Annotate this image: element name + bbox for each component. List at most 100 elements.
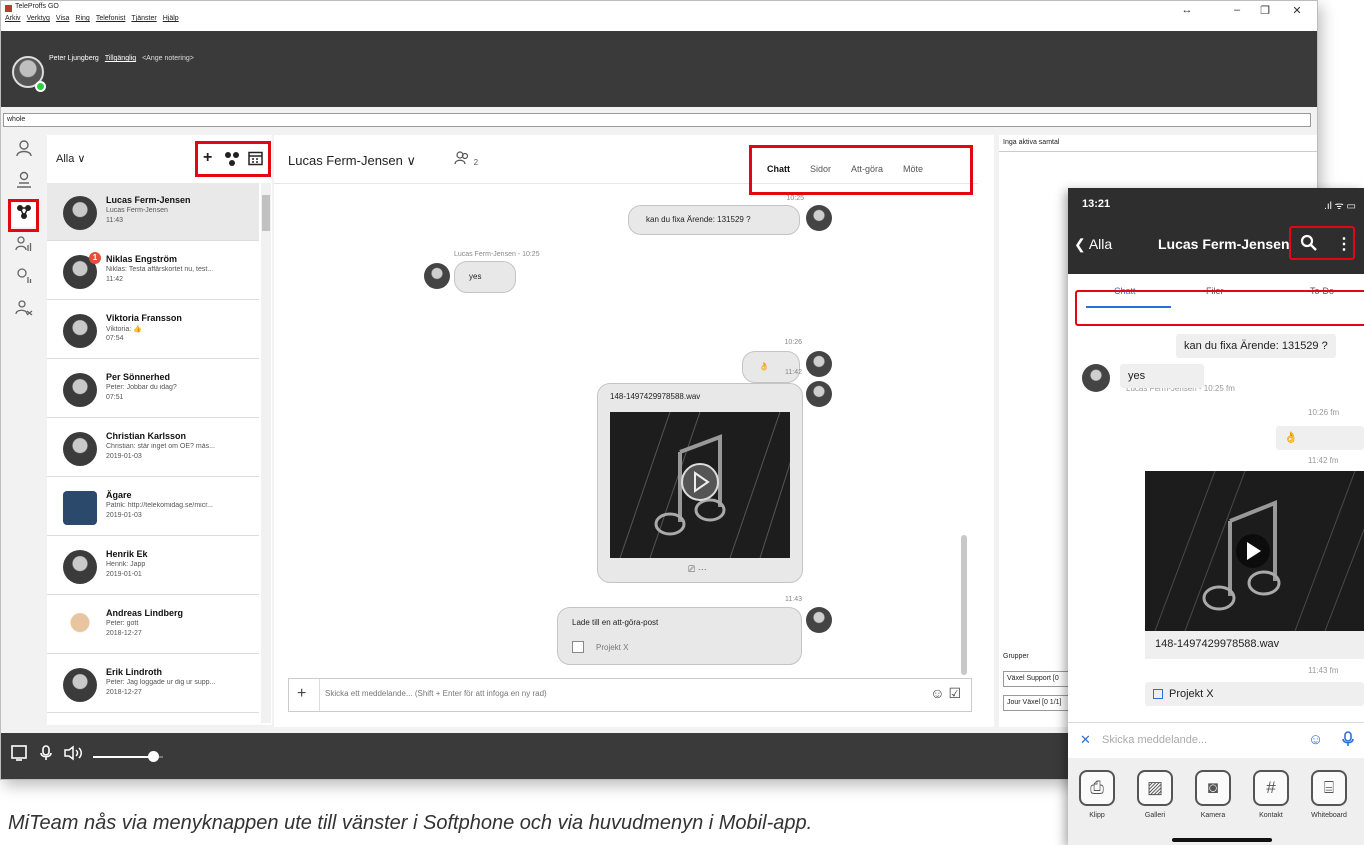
message-input[interactable]: Skicka meddelande...: [1102, 734, 1207, 746]
emoji-icon[interactable]: ☺: [1308, 731, 1323, 748]
list-item[interactable]: Christian Karlsson Christian: står inget…: [47, 419, 259, 477]
speaker-icon[interactable]: [63, 745, 85, 765]
chat-scrollbar[interactable]: [961, 535, 967, 675]
contact-time: 07:51: [106, 394, 124, 401]
user-note-field[interactable]: <Ange notering>: [142, 55, 194, 62]
close-icon[interactable]: ✕: [1080, 732, 1091, 748]
contact-time: 07:54: [106, 335, 124, 342]
media-message[interactable]: 148-1497429978588.wav ⎚ ···: [597, 383, 803, 583]
filter-label: Alla: [56, 153, 75, 165]
avatar: [63, 373, 97, 407]
message-time: 11:42: [785, 369, 802, 376]
menu-telefonist[interactable]: Telefonist: [96, 15, 126, 22]
minimize-button[interactable]: –: [1227, 4, 1247, 16]
person-icon[interactable]: [12, 139, 36, 163]
mic-icon[interactable]: [1342, 731, 1354, 751]
user-status-link[interactable]: Tillgänglig: [105, 55, 136, 62]
group-button[interactable]: Växel Support [0: [1003, 671, 1073, 687]
media-thumbnail[interactable]: [610, 412, 790, 558]
resize-icon[interactable]: ↔: [1177, 4, 1197, 16]
galleri-button[interactable]: ▨ Galleri: [1130, 770, 1180, 819]
list-item[interactable]: Andreas Lindberg Peter: gott 2018-12-27: [47, 596, 259, 654]
klipp-button[interactable]: ⎙ Klipp: [1072, 770, 1122, 819]
avatar: [424, 263, 450, 289]
no-active-calls-label: Inga aktiva samtal: [1003, 139, 1060, 146]
avatar: [63, 491, 97, 525]
list-item[interactable]: Viktoria Fransson Viktoria: 👍 07:54: [47, 301, 259, 359]
group-button[interactable]: Jour Växel [0 1/1]: [1003, 695, 1073, 711]
volume-slider[interactable]: [148, 751, 159, 762]
contact-card-icon: #: [1253, 770, 1289, 806]
avatar: [806, 381, 832, 407]
scrollbar-thumb[interactable]: [262, 195, 270, 231]
contact-time: 2018-12-27: [106, 689, 142, 696]
chat-title-dropdown[interactable]: Lucas Ferm-Jensen ∨: [288, 153, 416, 169]
restore-button[interactable]: ❐: [1255, 4, 1275, 17]
menu-visa[interactable]: Visa: [56, 15, 70, 22]
members-button[interactable]: 2: [454, 151, 478, 168]
message-bubble[interactable]: kan du fixa Ärende: 131529 ?: [1176, 334, 1336, 358]
contact-name: Andreas Lindberg: [106, 608, 184, 618]
message-bubble[interactable]: 👌: [742, 351, 800, 383]
avatar: [63, 432, 97, 466]
menu-bar: Arkiv Verktyg Visa Ring Telefonist Tjäns…: [5, 15, 179, 22]
list-item[interactable]: Lucas Ferm-Jensen Lucas Ferm-Jensen 11:4…: [47, 183, 259, 241]
message-bubble[interactable]: kan du fixa Ärende: 131529 ?: [628, 205, 800, 235]
whiteboard-button[interactable]: ⌸ Whiteboard: [1304, 770, 1354, 819]
mobile-chat-title: Lucas Ferm-Jensen: [1158, 236, 1290, 252]
queue-icon[interactable]: [12, 267, 36, 291]
message-time: 11:43 fm: [1308, 666, 1339, 675]
message-input[interactable]: Skicka ett meddelande... (Shift + Enter …: [325, 689, 547, 698]
volume-track[interactable]: [93, 756, 153, 758]
forward-icon[interactable]: [12, 299, 36, 323]
message-bubble[interactable]: yes: [1120, 364, 1204, 388]
media-thumbnail[interactable]: [1145, 471, 1364, 631]
emoji-task-icons[interactable]: ☺ ☑: [930, 685, 961, 702]
list-item[interactable]: 1 Niklas Engström Niklas: Testa affärsko…: [47, 242, 259, 300]
list-item[interactable]: Erik Lindroth Peter: Jag loggade ur dig …: [47, 655, 259, 713]
search-input[interactable]: whole: [3, 113, 1311, 127]
menu-ring[interactable]: Ring: [75, 15, 89, 22]
person-hands-icon[interactable]: [12, 171, 36, 195]
media-filename: 148-1497429978588.wav: [610, 392, 701, 401]
message-time: 10:25: [786, 195, 804, 202]
list-item[interactable]: Per Sönnerhed Peter: Jobbar du idag? 07:…: [47, 360, 259, 418]
contact-name: Per Sönnerhed: [106, 372, 171, 382]
media-file-row[interactable]: 148-1497429978588.wav: [1145, 631, 1364, 659]
media-actions[interactable]: ⎚ ···: [688, 564, 707, 575]
list-item[interactable]: Henrik Ek Henrik: Japp 2019-01-01: [47, 537, 259, 595]
task-message[interactable]: Projekt X: [1145, 682, 1364, 706]
attachment-tray: ⎙ Klipp ▨ Galleri ◙ Kamera # Kontakt ⌸ W…: [1068, 758, 1364, 845]
task-checkbox[interactable]: [572, 641, 584, 653]
task-message[interactable]: Lade till en att-göra-post Projekt X: [557, 607, 802, 665]
contact-time: 2019-01-03: [106, 512, 142, 519]
filter-dropdown[interactable]: Alla ∨: [56, 152, 85, 165]
gallery-icon: ▨: [1137, 770, 1173, 806]
add-attachment-button[interactable]: +: [297, 685, 306, 703]
message-time: 11:42 fm: [1308, 456, 1339, 465]
contact-preview: Peter: Jobbar du idag?: [106, 384, 177, 391]
task-name: Projekt X: [1169, 688, 1214, 700]
menu-tjanster[interactable]: Tjänster: [131, 15, 156, 22]
group-call-icon[interactable]: [12, 235, 36, 259]
screen-icon[interactable]: [11, 745, 27, 765]
kamera-button[interactable]: ◙ Kamera: [1188, 770, 1238, 819]
status-time: 13:21: [1082, 198, 1111, 210]
mic-icon[interactable]: [39, 745, 53, 765]
menu-hjalp[interactable]: Hjälp: [163, 15, 179, 22]
message-bubble[interactable]: 👌: [1276, 426, 1364, 450]
chat-panel: Lucas Ferm-Jensen ∨ 2 Chatt Sidor Att-gö…: [274, 135, 994, 727]
contact-time: 11:42: [106, 276, 123, 283]
menu-verktyg[interactable]: Verktyg: [27, 15, 50, 22]
back-button[interactable]: ❮ Alla: [1074, 236, 1112, 253]
close-button[interactable]: ✕: [1287, 4, 1307, 17]
play-icon[interactable]: [681, 463, 719, 501]
message-bubble[interactable]: yes: [454, 261, 516, 293]
home-indicator: [1172, 838, 1272, 842]
menu-arkiv[interactable]: Arkiv: [5, 15, 21, 22]
list-item[interactable]: Ägare Patrik: http://telekomidag.se/micr…: [47, 478, 259, 536]
task-checkbox[interactable]: [1153, 689, 1163, 700]
title-bar: TeleProffs GO Arkiv Verktyg Visa Ring Te…: [1, 1, 1317, 31]
contact-list-scrollbar[interactable]: [261, 183, 271, 723]
kontakt-button[interactable]: # Kontakt: [1246, 770, 1296, 819]
